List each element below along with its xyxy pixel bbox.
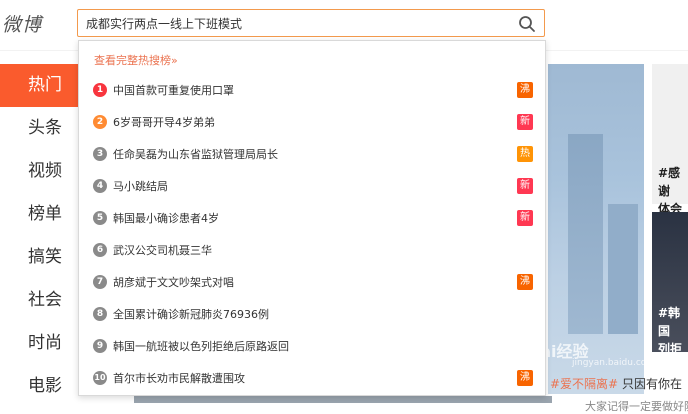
hot-status-badge: 新 [517,114,533,130]
rank-badge: 1 [93,83,107,97]
rank-badge: 2 [93,115,107,129]
feed-card-thumbnail[interactable]: #韩国 列拒 [652,212,688,356]
hot-search-text[interactable]: 全国累计确诊新冠肺炎76936例 [113,306,269,322]
hot-search-text[interactable]: 6岁哥哥开导4岁弟弟 [113,114,215,130]
nav-item[interactable]: 搞笑 [0,236,78,279]
rank-badge: 4 [93,179,107,193]
nav-item[interactable]: 热门 [0,64,78,107]
hot-search-item[interactable]: 1 中国首款可重复使用口罩 沸 [79,74,545,106]
search-icon[interactable] [518,15,536,33]
rank-badge: 6 [93,243,107,257]
building-shape [608,204,638,334]
card-hashtag: #感谢 体会 [658,166,683,216]
hot-search-list: 1 中国首款可重复使用口罩沸 2 6岁哥哥开导4岁弟弟新 3 任命吴磊为山东省监狱管理局局… [79,74,545,394]
hot-search-dropdown: 查看完整热搜榜» 1 中国首款可重复使用口罩沸 2 6岁哥哥开导4岁弟弟新 3 任命吴磊为… [78,40,546,396]
nav-item[interactable]: 社会 [0,279,78,322]
nav-item[interactable]: 电影 [0,365,78,408]
feed-post-text[interactable]: #爱不隔离# 只因有你在 [550,375,682,392]
rank-badge: 10 [93,371,107,385]
rank-badge: 9 [93,339,107,353]
hot-search-text[interactable]: 任命吴磊为山东省监狱管理局局长 [113,146,278,162]
rank-badge: 8 [93,307,107,321]
channel-nav: 热门 头条 视频 榜单 搞笑 社会 时尚 电影 [0,64,78,408]
hot-status-badge: 沸 [517,274,533,290]
search-input[interactable] [86,12,506,34]
card-hashtag: #韩国 列拒 [658,306,683,356]
hot-status-badge: 新 [517,178,533,194]
hot-search-item[interactable]: 3 任命吴磊为山东省监狱管理局局长 热 [79,138,545,170]
hot-search-item[interactable]: 4 马小跳结局 新 [79,170,545,202]
hot-search-text[interactable]: 韩国最小确诊患者4岁 [113,210,219,226]
hot-search-item[interactable]: 7 胡彦斌于文文吵架式对唱 沸 [79,266,545,298]
watermark-url: jingyan.baidu.com [572,358,656,368]
hot-search-item[interactable]: 6 武汉公交司机聂三华 [79,234,545,266]
rank-badge: 3 [93,147,107,161]
post-hashtag[interactable]: #爱不隔离# [550,377,618,391]
hot-search-text[interactable]: 首尔市长劝市民解散遭围攻 [113,370,245,386]
weibo-logo[interactable]: 微博 [2,10,42,37]
hot-search-item[interactable]: 8 全国累计确诊新冠肺炎76936例 [79,298,545,330]
hot-status-badge: 热 [517,146,533,162]
hot-search-item[interactable]: 2 6岁哥哥开导4岁弟弟 新 [79,106,545,138]
nav-item[interactable]: 榜单 [0,193,78,236]
hot-status-badge: 沸 [517,370,533,386]
nav-item[interactable]: 视频 [0,150,78,193]
hot-search-text[interactable]: 马小跳结局 [113,178,168,194]
search-box[interactable] [77,9,545,37]
nav-item[interactable]: 头条 [0,107,78,150]
hot-search-item[interactable]: 5 韩国最小确诊患者4岁 新 [79,202,545,234]
view-full-hot-search-link[interactable]: 查看完整热搜榜» [94,52,178,68]
feed-card-thumbnail[interactable]: #感谢 体会 [652,64,688,216]
rank-badge: 7 [93,275,107,289]
rank-badge: 5 [93,211,107,225]
hot-status-badge: 新 [517,210,533,226]
hot-search-text[interactable]: 韩国一航班被以色列拒绝后原路返回 [113,338,289,354]
hot-search-text[interactable]: 中国首款可重复使用口罩 [113,82,234,98]
hot-status-badge: 沸 [517,82,533,98]
hot-search-item[interactable]: 10 首尔市长劝市民解散遭围攻 沸 [79,362,545,394]
building-shape [568,134,603,334]
nav-item[interactable]: 时尚 [0,322,78,365]
hot-search-text[interactable]: 胡彦斌于文文吵架式对唱 [113,274,234,290]
hot-search-text[interactable]: 武汉公交司机聂三华 [113,242,212,258]
hot-search-item[interactable]: 9 韩国一航班被以色列拒绝后原路返回 [79,330,545,362]
feed-image-strip[interactable] [134,396,552,403]
post-text: 只因有你在 [618,377,682,391]
feed-post-subtext: 大家记得一定要做好防护 [585,400,688,413]
